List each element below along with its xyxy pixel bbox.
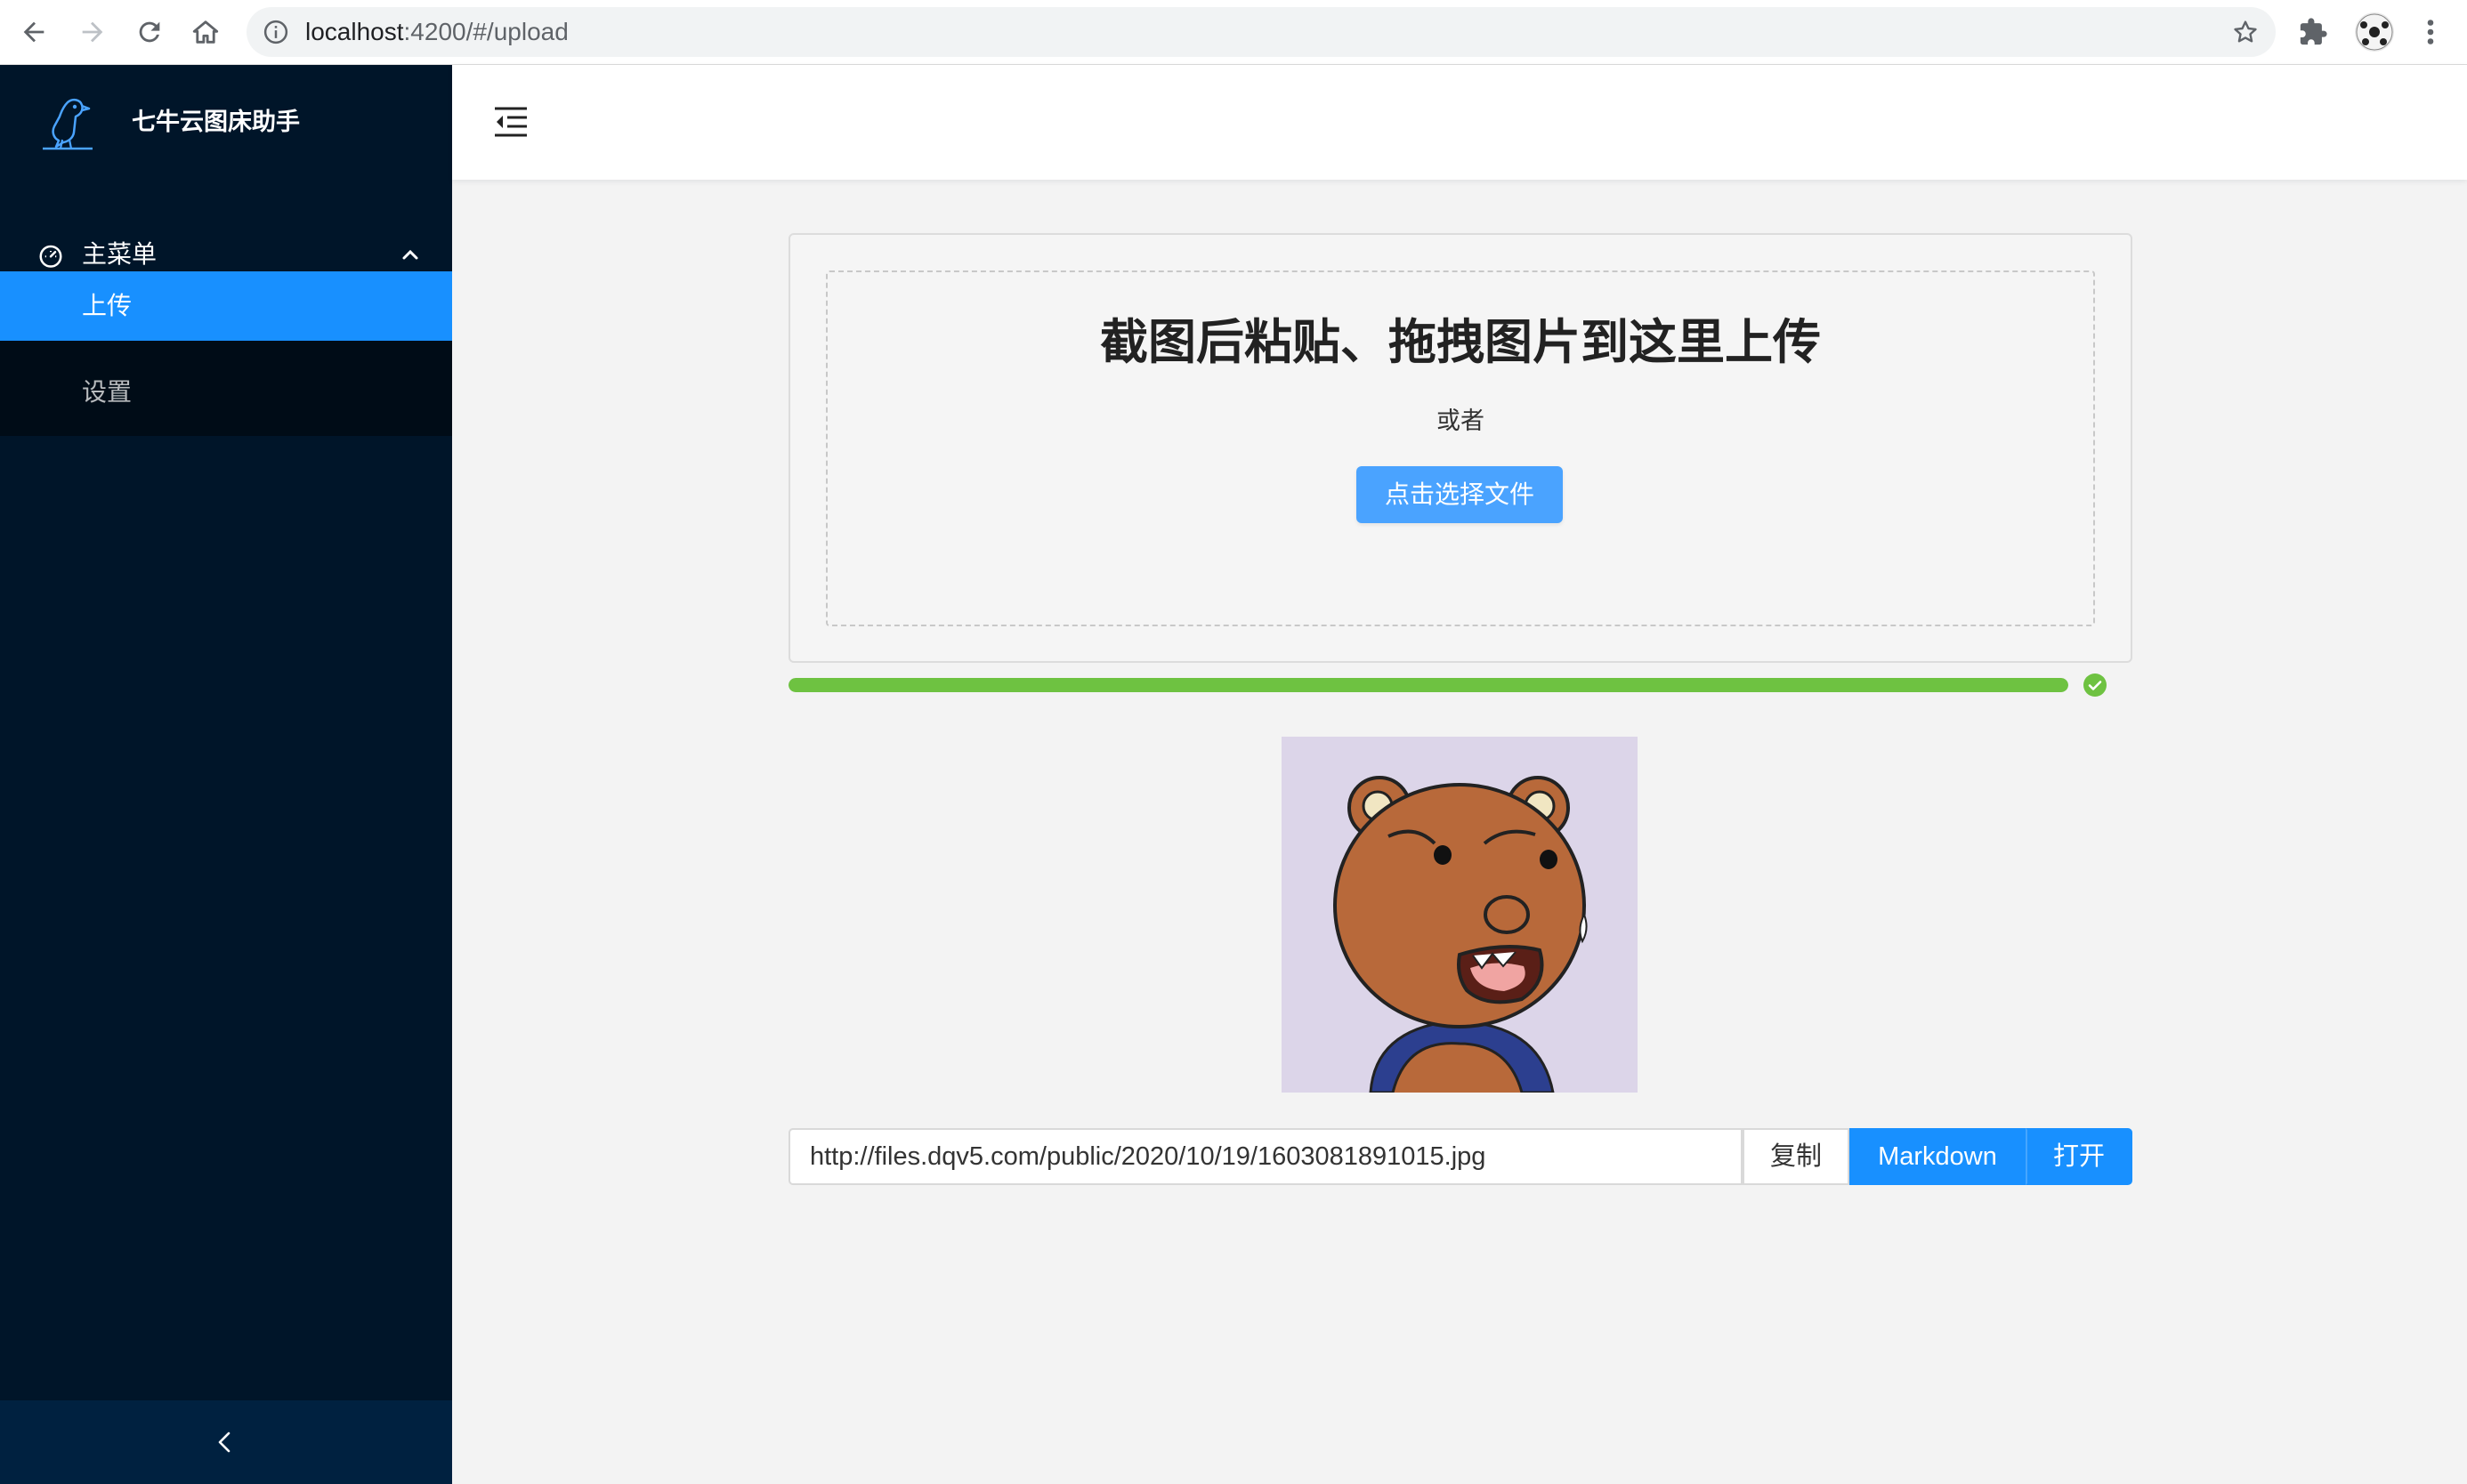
submenu-items: 上传 设置 [0,271,452,436]
dropzone-or-text: 或者 [1436,407,1484,435]
browser-toolbar: localhost:4200/#/upload [0,0,2467,65]
markdown-button[interactable]: Markdown [1849,1128,2026,1185]
sidebar-collapse-button[interactable] [0,1400,452,1484]
forward-arrow-icon[interactable] [69,9,116,55]
dropzone-title: 截图后粘贴、拖拽图片到这里上传 [1100,314,1821,370]
dashboard-icon [39,245,62,268]
open-button[interactable]: 打开 [2026,1128,2132,1185]
url-path: :4200/#/upload [403,18,569,45]
progress-fill [789,678,2068,692]
profile-avatar[interactable] [2355,12,2394,52]
sidebar-item-label: 设置 [82,377,133,407]
sidebar-item-upload[interactable]: 上传 [0,271,452,341]
chevron-up-icon [402,249,418,260]
chevron-left-icon [218,1432,231,1453]
home-icon[interactable] [182,9,229,55]
sidebar: 七牛云图床助手 主菜单 上传 设置 [0,65,452,1484]
menu-fold-icon[interactable] [493,106,529,138]
puzzle-icon[interactable] [2298,17,2328,47]
more-vert-icon[interactable] [2417,16,2444,48]
app-title: 七牛云图床助手 [132,109,300,136]
choose-file-button[interactable]: 点击选择文件 [1356,466,1563,523]
top-header [452,65,2467,180]
upload-card: 截图后粘贴、拖拽图片到这里上传 或者 点击选择文件 [789,233,2132,663]
url-host: localhost [305,18,404,45]
reload-icon[interactable] [126,9,173,55]
upload-dropzone[interactable]: 截图后粘贴、拖拽图片到这里上传 或者 点击选择文件 [826,270,2095,626]
back-arrow-icon[interactable] [11,9,57,55]
uploaded-image-preview [1282,737,1638,1093]
address-bar[interactable]: localhost:4200/#/upload [247,7,2276,57]
image-url-input[interactable] [789,1128,1743,1185]
sidebar-item-label: 上传 [82,291,133,320]
upload-progress-bar [789,678,2068,692]
bird-logo-icon [43,98,93,150]
check-circle-icon [2083,673,2107,697]
sidebar-item-settings[interactable]: 设置 [0,358,452,427]
brand[interactable]: 七牛云图床助手 [0,65,452,181]
info-icon[interactable] [263,19,289,45]
url-text[interactable]: localhost:4200/#/upload [305,7,569,57]
star-icon[interactable] [2231,18,2260,46]
copy-button[interactable]: 复制 [1743,1128,1849,1185]
